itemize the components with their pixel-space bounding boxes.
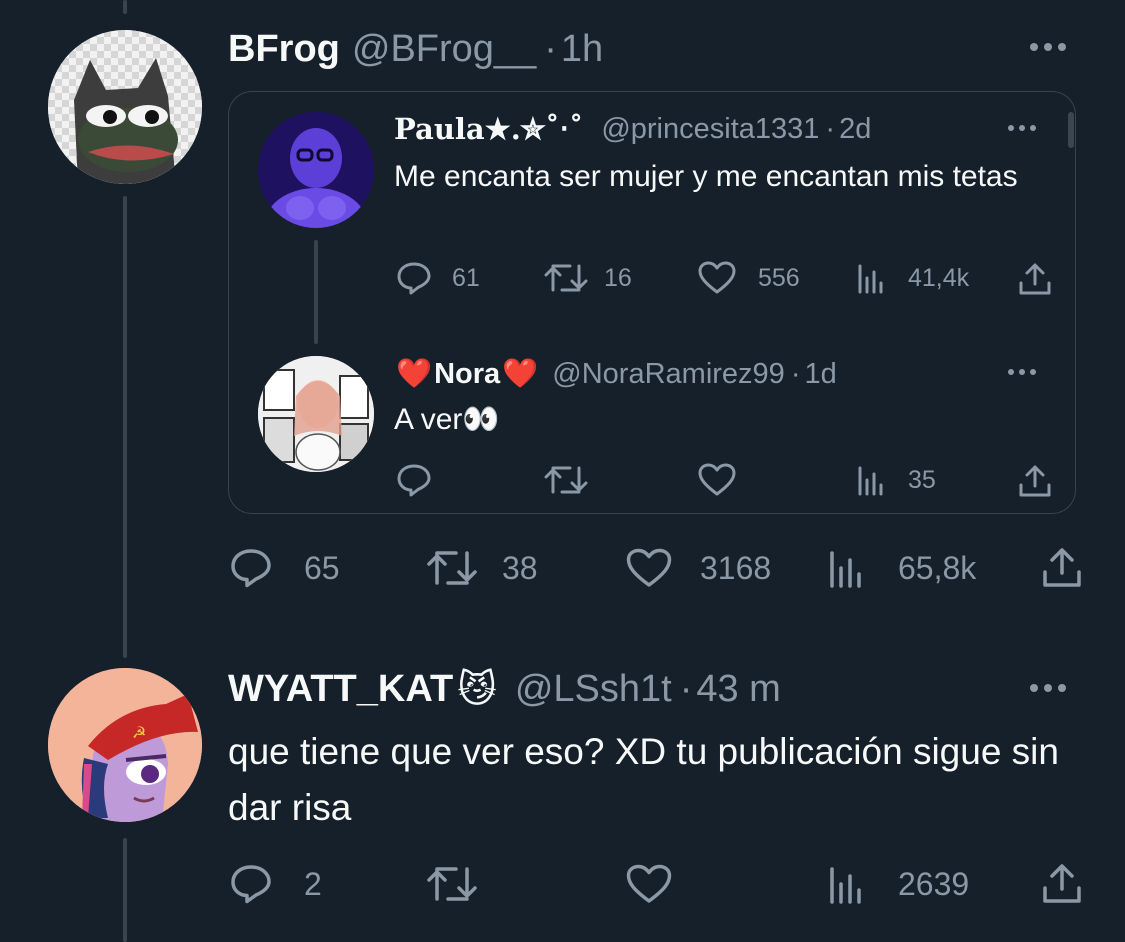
retweet-icon [544, 264, 588, 292]
reply-icon [231, 549, 271, 588]
views-button[interactable]: 2639 [828, 864, 969, 904]
display-name[interactable]: Paula★.✮˚‧˚ [394, 112, 583, 146]
heart-emoji: ❤️ [396, 358, 433, 390]
display-name[interactable]: WYATT_KAT [228, 668, 453, 711]
view-count: 35 [908, 465, 936, 494]
reply-tweet-text: que tiene que ver eso? XD tu publicación… [228, 731, 1059, 828]
reply-icon [397, 262, 431, 295]
view-count: 2639 [898, 865, 970, 902]
separator-dot: · [825, 112, 836, 145]
frog-avatar-image [48, 30, 202, 184]
separator-dot: · [679, 667, 693, 710]
share-button[interactable] [1018, 464, 1052, 498]
like-icon [698, 261, 736, 294]
like-count: 556 [758, 263, 800, 292]
handle[interactable]: @NoraRamirez99 [552, 358, 785, 391]
retweet-button[interactable]: 16 [544, 262, 632, 294]
reply-button[interactable]: 61 [396, 262, 480, 295]
retweet-button[interactable] [426, 864, 478, 904]
like-button[interactable] [698, 463, 736, 496]
avatar-bfrog[interactable] [48, 30, 202, 184]
retweet-count: 38 [502, 549, 538, 586]
views-button[interactable]: 35 [856, 464, 936, 496]
heart-emoji: ❤️ [502, 358, 539, 390]
retweet-icon [427, 867, 477, 901]
like-button[interactable]: 556 [698, 261, 800, 294]
reply-icon [397, 464, 431, 497]
svg-text:☭: ☭ [132, 723, 146, 742]
more-icon[interactable] [1030, 684, 1074, 694]
views-button[interactable]: 65,8k [828, 548, 976, 588]
share-icon [1019, 465, 1051, 497]
timestamp[interactable]: 1h [561, 28, 603, 71]
retweet-icon [427, 551, 477, 585]
quoted-tweet-text: Me encanta ser mujer y me encantan mis t… [394, 160, 1018, 193]
view-count: 65,8k [898, 549, 977, 586]
timestamp[interactable]: 1d [804, 358, 836, 391]
reply-button[interactable]: 2 [230, 864, 322, 904]
avatar-nora[interactable] [258, 356, 374, 472]
display-name[interactable]: Nora [434, 358, 500, 391]
views-icon [858, 264, 883, 294]
share-button[interactable] [1042, 862, 1082, 904]
views-button[interactable]: 41,4k [856, 262, 969, 294]
share-button[interactable] [1018, 262, 1052, 296]
retweet-button[interactable]: 38 [426, 548, 538, 588]
scrollbar[interactable] [1068, 112, 1074, 148]
reply-icon [231, 865, 271, 904]
quoted-header-paula: Paula★.✮˚‧˚ @princesita1331 · 2d [394, 112, 871, 146]
cat-emoji: 😼 [457, 668, 497, 711]
handle[interactable]: @princesita1331 [601, 113, 819, 146]
more-icon[interactable] [1008, 125, 1044, 133]
retweet-count: 16 [604, 263, 632, 292]
handle[interactable]: @BFrog__ [352, 28, 536, 71]
thread-line-middle [123, 196, 127, 658]
like-count: 3168 [700, 549, 772, 586]
reply-button[interactable]: 65 [230, 548, 340, 588]
more-icon[interactable] [1008, 369, 1044, 377]
avatar-wyatt-kat[interactable]: ☭ [48, 668, 202, 822]
more-icon[interactable] [1030, 43, 1074, 53]
nora-avatar-image [258, 356, 374, 472]
timestamp[interactable]: 2d [839, 113, 871, 146]
pony-avatar-image: ☭ [48, 668, 202, 822]
timestamp[interactable]: 43 m [696, 668, 780, 711]
views-icon [858, 466, 883, 496]
avatar-paula[interactable] [258, 112, 374, 228]
thread-line-bottom [123, 838, 127, 942]
like-icon [626, 864, 672, 903]
reply-button[interactable] [396, 464, 432, 497]
like-icon [626, 548, 672, 587]
handle[interactable]: @LSsh1t [515, 668, 672, 711]
thread-line-top [123, 0, 127, 14]
share-icon [1043, 864, 1081, 903]
views-icon [830, 867, 861, 904]
quoted-header-nora: ❤️ Nora ❤️ @NoraRamirez99 · 1d [396, 356, 837, 392]
like-button[interactable]: 3168 [626, 548, 771, 588]
like-icon [698, 463, 736, 496]
quote-thread-line [314, 240, 318, 344]
share-icon [1019, 263, 1051, 295]
quoted-tweet-text: A ver👀 [394, 403, 500, 436]
display-name[interactable]: BFrog [228, 28, 340, 71]
reply-count: 65 [304, 549, 340, 586]
separator-dot: · [544, 27, 557, 70]
retweet-button[interactable] [544, 464, 588, 496]
share-icon [1043, 548, 1081, 587]
tweet-header-wyatt-kat: WYATT_KAT 😼 @LSsh1t · 43 m [228, 666, 781, 712]
tweet-header-bfrog: BFrog @BFrog__ · 1h [228, 26, 603, 72]
reply-count: 61 [452, 263, 480, 292]
like-button[interactable] [626, 864, 672, 904]
view-count: 41,4k [908, 263, 970, 292]
views-icon [830, 551, 861, 588]
paula-avatar-image [258, 112, 374, 228]
separator-dot: · [790, 357, 801, 390]
share-button[interactable] [1042, 546, 1082, 588]
reply-count: 2 [304, 865, 322, 902]
retweet-icon [544, 466, 588, 494]
